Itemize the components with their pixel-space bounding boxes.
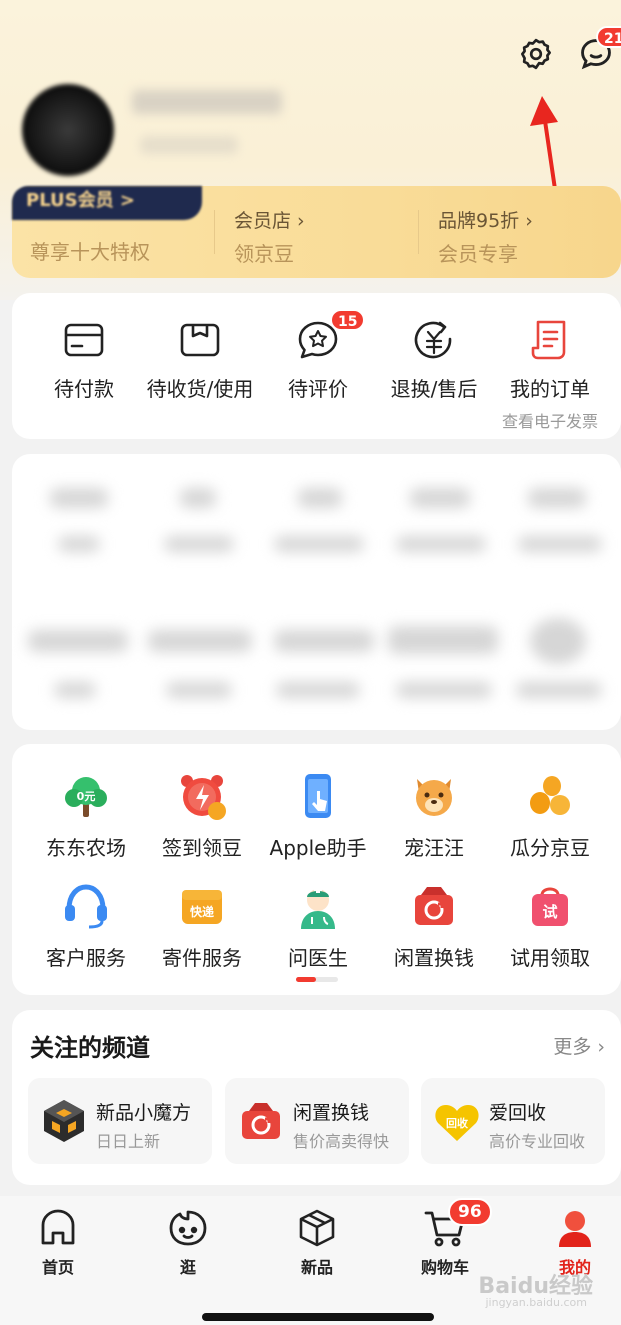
svg-text:0元: 0元 xyxy=(77,790,96,803)
gear-icon xyxy=(521,38,551,70)
svg-text:试: 试 xyxy=(542,903,557,921)
settings-button[interactable] xyxy=(514,32,558,76)
user-level-blurred xyxy=(140,136,238,154)
dog-icon xyxy=(416,779,452,816)
channel-item[interactable]: 闲置换钱 售价高卖得快 xyxy=(225,1078,409,1164)
service-trial[interactable]: 试 试用领取 xyxy=(490,880,610,971)
recycle-heart-icon: 回收 xyxy=(435,1105,479,1141)
channels-more-link[interactable]: 更多 › xyxy=(553,1032,605,1059)
beans-icon xyxy=(530,776,570,815)
service-split-beans[interactable]: 瓜分京豆 xyxy=(490,770,610,861)
phone-icon xyxy=(305,774,331,818)
brand-discount-title[interactable]: 品牌95折 › xyxy=(438,206,533,233)
order-pending-review[interactable]: 15 待评价 xyxy=(258,309,378,402)
tool-label-blurred xyxy=(396,682,492,698)
order-pending-receipt[interactable]: 待收货/使用 xyxy=(140,317,260,402)
my-orders[interactable]: 我的订单 查看电子发票 xyxy=(490,317,610,432)
tab-browse[interactable]: 逛 xyxy=(133,1206,243,1278)
channels-title: 关注的频道 xyxy=(30,1034,150,1062)
profile-icon xyxy=(559,1211,591,1247)
divider xyxy=(214,210,215,254)
browse-face-icon xyxy=(169,1210,207,1246)
asset-label-blurred xyxy=(274,536,364,552)
recycle-box-icon xyxy=(415,887,453,925)
avatar[interactable] xyxy=(22,84,114,176)
service-doctor[interactable]: 问医生 xyxy=(258,880,378,971)
recycle-box-icon xyxy=(242,1103,280,1139)
wallet-icon xyxy=(64,323,104,357)
divider xyxy=(418,210,419,254)
home-icon xyxy=(41,1209,75,1245)
tab-new[interactable]: 新品 xyxy=(262,1206,372,1278)
tool-icon-blurred xyxy=(148,630,252,652)
tool-label-blurred xyxy=(166,682,232,698)
cart-count-badge: 96 xyxy=(448,1198,492,1226)
page-indicator-active xyxy=(296,977,316,982)
asset-value-blurred xyxy=(298,488,342,508)
tool-icon-blurred xyxy=(274,630,374,652)
cube-icon xyxy=(44,1100,84,1142)
channel-item[interactable]: 新品小魔方 日日上新 xyxy=(28,1078,212,1164)
service-farm[interactable]: 0元 东东农场 xyxy=(26,770,146,861)
review-count-badge: 15 xyxy=(330,309,366,331)
page-indicator xyxy=(296,977,338,982)
service-shipping[interactable]: 快递 寄件服务 xyxy=(142,880,262,971)
asset-value-blurred xyxy=(50,488,108,508)
watermark-url: jingyan.baidu.com xyxy=(485,1296,587,1309)
tool-icon-blurred xyxy=(28,630,128,652)
package-icon xyxy=(180,323,220,357)
asset-label-blurred xyxy=(518,536,602,552)
asset-value-blurred xyxy=(528,488,586,508)
channel-item[interactable]: 回收 爱回收 高价专业回收 xyxy=(421,1078,605,1164)
service-apple-assistant[interactable]: Apple助手 xyxy=(258,770,378,861)
trial-bag-icon: 试 xyxy=(532,887,568,926)
messages-button[interactable]: 21 xyxy=(574,26,621,76)
asset-label-blurred xyxy=(396,536,486,552)
box-icon xyxy=(299,1209,335,1247)
tool-icon-blurred xyxy=(530,618,586,664)
tree-icon: 0元 xyxy=(65,777,107,817)
service-resell-idle[interactable]: 闲置换钱 xyxy=(374,880,494,971)
message-count-badge: 21 xyxy=(596,26,621,48)
assets-card-blurred xyxy=(12,454,621,730)
member-store-sub: 领京豆 xyxy=(234,242,294,266)
member-card[interactable]: PLUS会员 > 尊享十大特权 会员店 › 领京豆 品牌95折 › 会员专享 xyxy=(12,186,621,278)
tool-label-blurred xyxy=(54,682,96,698)
plus-subtitle: 尊享十大特权 xyxy=(30,240,150,264)
svg-text:快递: 快递 xyxy=(190,904,214,919)
order-pending-payment[interactable]: 待付款 xyxy=(24,317,144,402)
service-signin[interactable]: 签到领豆 xyxy=(142,770,262,861)
service-customer-support[interactable]: 客户服务 xyxy=(26,880,146,971)
plus-member-tag[interactable]: PLUS会员 > xyxy=(12,186,202,220)
asset-label-blurred xyxy=(164,536,234,552)
tool-label-blurred xyxy=(516,682,602,698)
asset-value-blurred xyxy=(180,488,216,508)
tool-label-blurred xyxy=(276,682,360,698)
order-refund-aftersale[interactable]: 退换/售后 xyxy=(374,317,494,402)
channels-card: 关注的频道 更多 › 新品小魔方 日日上新 闲置换钱 售价高卖得快 回收 爱回收… xyxy=(12,1010,621,1185)
tab-home[interactable]: 首页 xyxy=(3,1206,113,1278)
invoice-link[interactable]: 查看电子发票 xyxy=(490,408,610,432)
express-icon: 快递 xyxy=(182,890,222,924)
order-list-icon xyxy=(531,320,566,360)
service-pet[interactable]: 宠汪汪 xyxy=(374,770,494,861)
svg-text:回收: 回收 xyxy=(446,1116,468,1130)
refund-icon xyxy=(414,321,452,359)
doctor-icon xyxy=(301,885,335,929)
asset-label-blurred xyxy=(58,536,100,552)
services-card: 0元 东东农场 签到领豆 Apple助手 宠汪汪 瓜分京豆 客户服务 快递 寄件… xyxy=(12,744,621,995)
home-indicator[interactable] xyxy=(202,1313,434,1321)
alarm-clock-icon xyxy=(181,775,226,820)
headset-icon xyxy=(65,884,107,929)
username-blurred xyxy=(132,90,282,114)
asset-value-blurred xyxy=(410,488,470,508)
orders-card: 待付款 待收货/使用 15 待评价 退换/售后 我的订单 查看电子发票 xyxy=(12,293,621,439)
brand-discount-sub: 会员专享 xyxy=(438,242,518,266)
member-store-title[interactable]: 会员店 › xyxy=(234,206,305,233)
tool-icon-blurred xyxy=(388,626,498,654)
